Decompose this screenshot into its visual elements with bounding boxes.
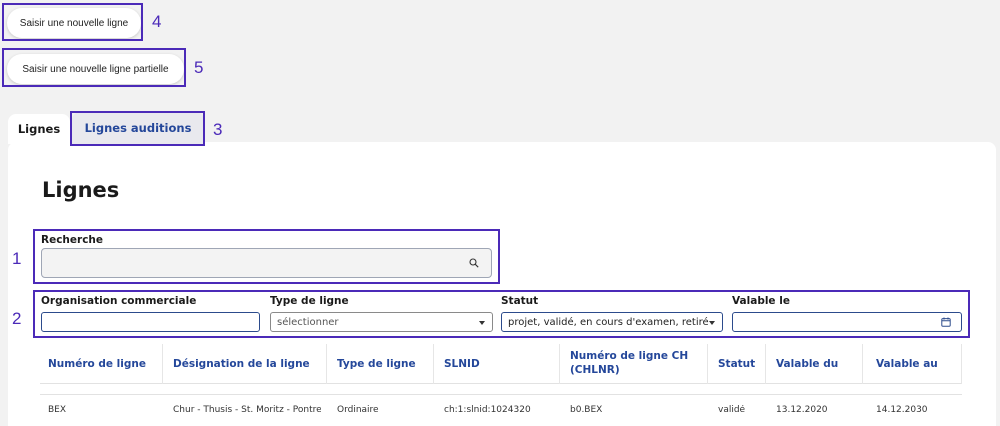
cell-designation: Chur - Thusis - St. Moritz - Pontresi... [173, 405, 321, 415]
valable-label: Valable le [732, 295, 790, 307]
column-separator [707, 344, 708, 384]
column-header-numero[interactable]: Numéro de ligne [48, 357, 146, 371]
tab-lignes-auditions[interactable]: Lignes auditions [72, 112, 204, 144]
table-header-row: Numéro de ligne Désignation de la ligne … [40, 344, 962, 384]
type-select[interactable]: sélectionner [270, 312, 493, 332]
organisation-label: Organisation commerciale [41, 295, 197, 307]
organisation-input[interactable] [41, 312, 260, 332]
column-separator [162, 344, 163, 384]
column-header-valable-du[interactable]: Valable du [776, 357, 838, 371]
chevron-down-icon [709, 321, 715, 325]
column-header-slnid[interactable]: SLNID [444, 357, 480, 371]
annotation-number-4: 4 [152, 12, 162, 31]
search-label: Recherche [41, 234, 104, 246]
annotation-number-3: 3 [213, 120, 223, 139]
annotation-number-2: 2 [12, 309, 22, 328]
tab-lignes[interactable]: Lignes [8, 114, 70, 144]
tab-lignes-label: Lignes [17, 122, 61, 136]
new-partial-line-button[interactable]: Saisir une nouvelle ligne partielle [7, 54, 184, 84]
column-header-statut[interactable]: Statut [718, 357, 755, 371]
cell-numero: BEX [48, 405, 67, 415]
statut-select-value: projet, validé, en cours d'examen, retir… [508, 316, 709, 328]
column-separator [961, 344, 962, 384]
column-separator [433, 344, 434, 384]
cell-type: Ordinaire [337, 405, 379, 415]
cell-slnid: ch:1:slnid:1024320 [444, 405, 531, 415]
column-separator [862, 344, 863, 384]
search-icon[interactable] [469, 258, 479, 268]
column-header-valable-au[interactable]: Valable au [876, 357, 938, 371]
calendar-icon[interactable] [941, 317, 951, 327]
search-input[interactable] [41, 248, 492, 278]
column-header-designation[interactable]: Désignation de la ligne [173, 357, 310, 371]
column-separator [765, 344, 766, 384]
type-select-value: sélectionner [277, 316, 339, 328]
chevron-down-icon [479, 321, 485, 325]
statut-label: Statut [501, 295, 539, 307]
cell-chlnr: b0.BEX [570, 405, 603, 415]
statut-select[interactable]: projet, validé, en cours d'examen, retir… [501, 312, 723, 332]
annotation-number-1: 1 [12, 249, 22, 268]
new-line-button[interactable]: Saisir une nouvelle ligne [7, 8, 141, 38]
valable-date-input[interactable] [732, 312, 962, 332]
column-header-type[interactable]: Type de ligne [337, 357, 416, 371]
cell-valable-du: 13.12.2020 [776, 405, 828, 415]
column-separator [326, 344, 327, 384]
page-title: Lignes [42, 178, 120, 202]
annotation-number-5: 5 [194, 58, 204, 77]
table-row[interactable]: BEX Chur - Thusis - St. Moritz - Pontres… [40, 394, 962, 426]
column-header-chlnr[interactable]: Numéro de ligne CH (CHLNR) [570, 349, 690, 377]
type-label: Type de ligne [270, 295, 349, 307]
tab-lignes-auditions-label: Lignes auditions [84, 121, 192, 135]
cell-valable-au: 14.12.2030 [876, 405, 928, 415]
column-separator [559, 344, 560, 384]
cell-statut: validé [718, 405, 746, 415]
